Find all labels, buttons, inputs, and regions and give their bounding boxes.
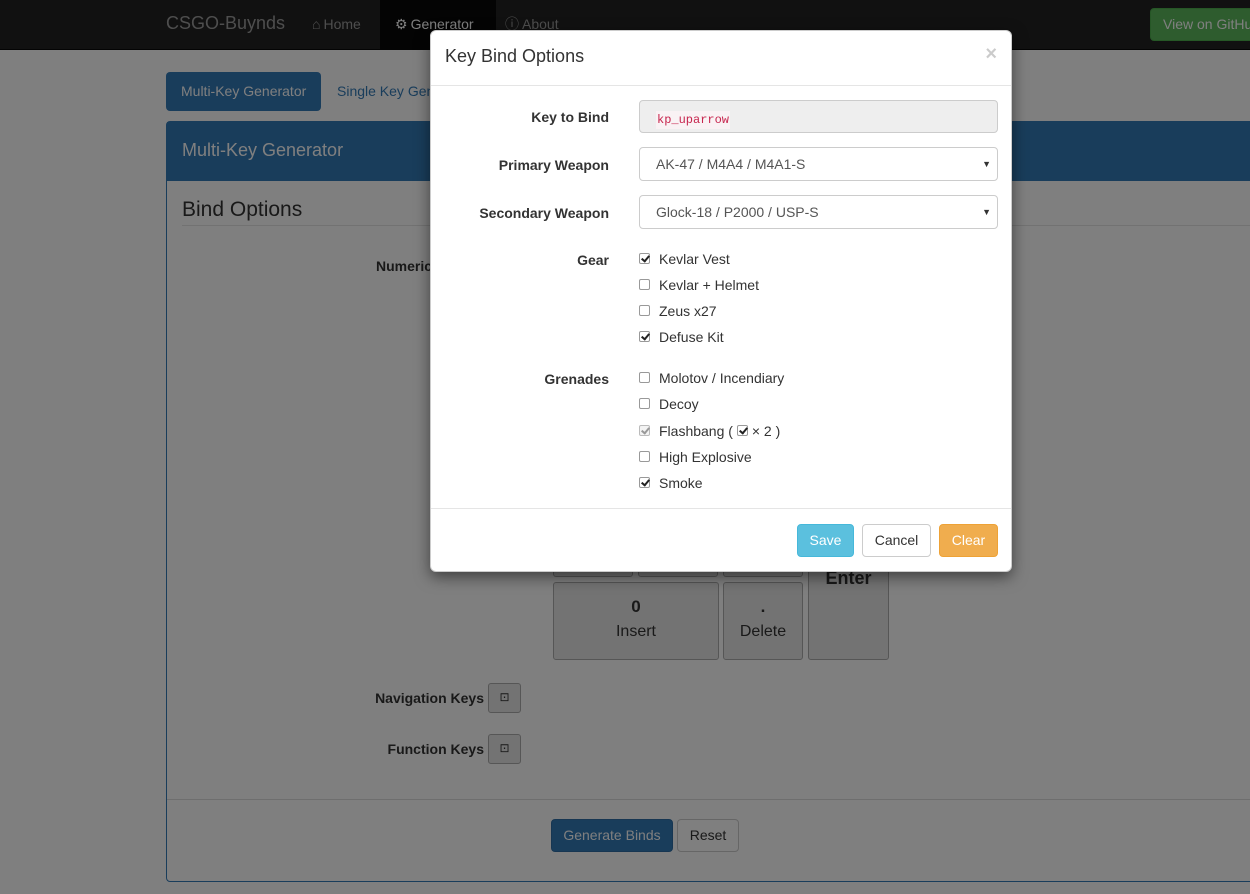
clear-button[interactable]: Clear bbox=[939, 524, 998, 557]
grenade-high-explosive[interactable]: High Explosive bbox=[639, 447, 752, 467]
grenade-molotov[interactable]: Molotov / Incendiary bbox=[639, 368, 784, 388]
gear-label: Gear bbox=[577, 252, 609, 268]
flashbang-x2-label: × 2 ) bbox=[751, 423, 781, 439]
grenade-smoke[interactable]: Smoke bbox=[639, 473, 703, 493]
caret-down-icon: ▼ bbox=[982, 159, 991, 169]
checkbox[interactable] bbox=[639, 372, 650, 384]
checkbox-label: Kevlar + Helmet bbox=[659, 277, 759, 293]
checkbox-label: Flashbang ( bbox=[659, 423, 733, 439]
checkbox-label: Molotov / Incendiary bbox=[659, 370, 785, 386]
key-bind-options-modal: Key Bind Options × Key to Bind kp_uparro… bbox=[430, 30, 1012, 572]
checkbox-label: High Explosive bbox=[659, 449, 752, 465]
gear-kevlar-vest[interactable]: Kevlar Vest bbox=[639, 249, 730, 269]
checkbox-label: Smoke bbox=[659, 475, 703, 491]
gear-defuse-kit[interactable]: Defuse Kit bbox=[639, 327, 724, 347]
grenade-flashbang[interactable]: Flashbang ( × 2 ) bbox=[639, 421, 780, 441]
flashbang-x2-checkbox[interactable] bbox=[736, 425, 748, 437]
checkbox-label: Kevlar Vest bbox=[659, 251, 730, 267]
key-to-bind-value: kp_uparrow bbox=[656, 111, 731, 129]
grenades-label: Grenades bbox=[544, 371, 609, 387]
key-to-bind-field: kp_uparrow bbox=[639, 100, 998, 133]
checkbox-label: Defuse Kit bbox=[659, 329, 724, 345]
key-to-bind-label: Key to Bind bbox=[531, 109, 609, 125]
checkbox-checked[interactable] bbox=[639, 331, 650, 343]
save-button[interactable]: Save bbox=[797, 524, 854, 557]
checkbox-label: Zeus x27 bbox=[659, 303, 717, 319]
close-icon[interactable]: × bbox=[985, 43, 997, 66]
modal-title: Key Bind Options bbox=[445, 46, 585, 66]
primary-weapon-label: Primary Weapon bbox=[498, 157, 609, 173]
checkbox[interactable] bbox=[639, 451, 650, 463]
checkbox-disabled-checked bbox=[639, 425, 650, 437]
cancel-button[interactable]: Cancel bbox=[862, 524, 931, 557]
checkbox[interactable] bbox=[639, 398, 650, 410]
gear-kevlar-helmet[interactable]: Kevlar + Helmet bbox=[639, 275, 759, 295]
primary-weapon-value: AK-47 / M4A4 / M4A1-S bbox=[656, 156, 806, 172]
grenade-decoy[interactable]: Decoy bbox=[639, 394, 699, 414]
secondary-weapon-value: Glock-18 / P2000 / USP-S bbox=[656, 204, 819, 220]
caret-down-icon: ▼ bbox=[982, 207, 991, 217]
modal-header: Key Bind Options × bbox=[431, 31, 1011, 86]
checkbox-checked[interactable] bbox=[639, 253, 650, 265]
modal-footer-divider bbox=[431, 508, 1011, 509]
secondary-weapon-select[interactable]: Glock-18 / P2000 / USP-S ▼ bbox=[639, 195, 998, 229]
checkbox-label: Decoy bbox=[659, 396, 699, 412]
checkbox-checked[interactable] bbox=[639, 477, 650, 489]
checkbox[interactable] bbox=[639, 305, 650, 317]
checkbox[interactable] bbox=[639, 279, 650, 291]
gear-zeus[interactable]: Zeus x27 bbox=[639, 301, 717, 321]
primary-weapon-select[interactable]: AK-47 / M4A4 / M4A1-S ▼ bbox=[639, 147, 998, 181]
secondary-weapon-label: Secondary Weapon bbox=[479, 205, 609, 221]
